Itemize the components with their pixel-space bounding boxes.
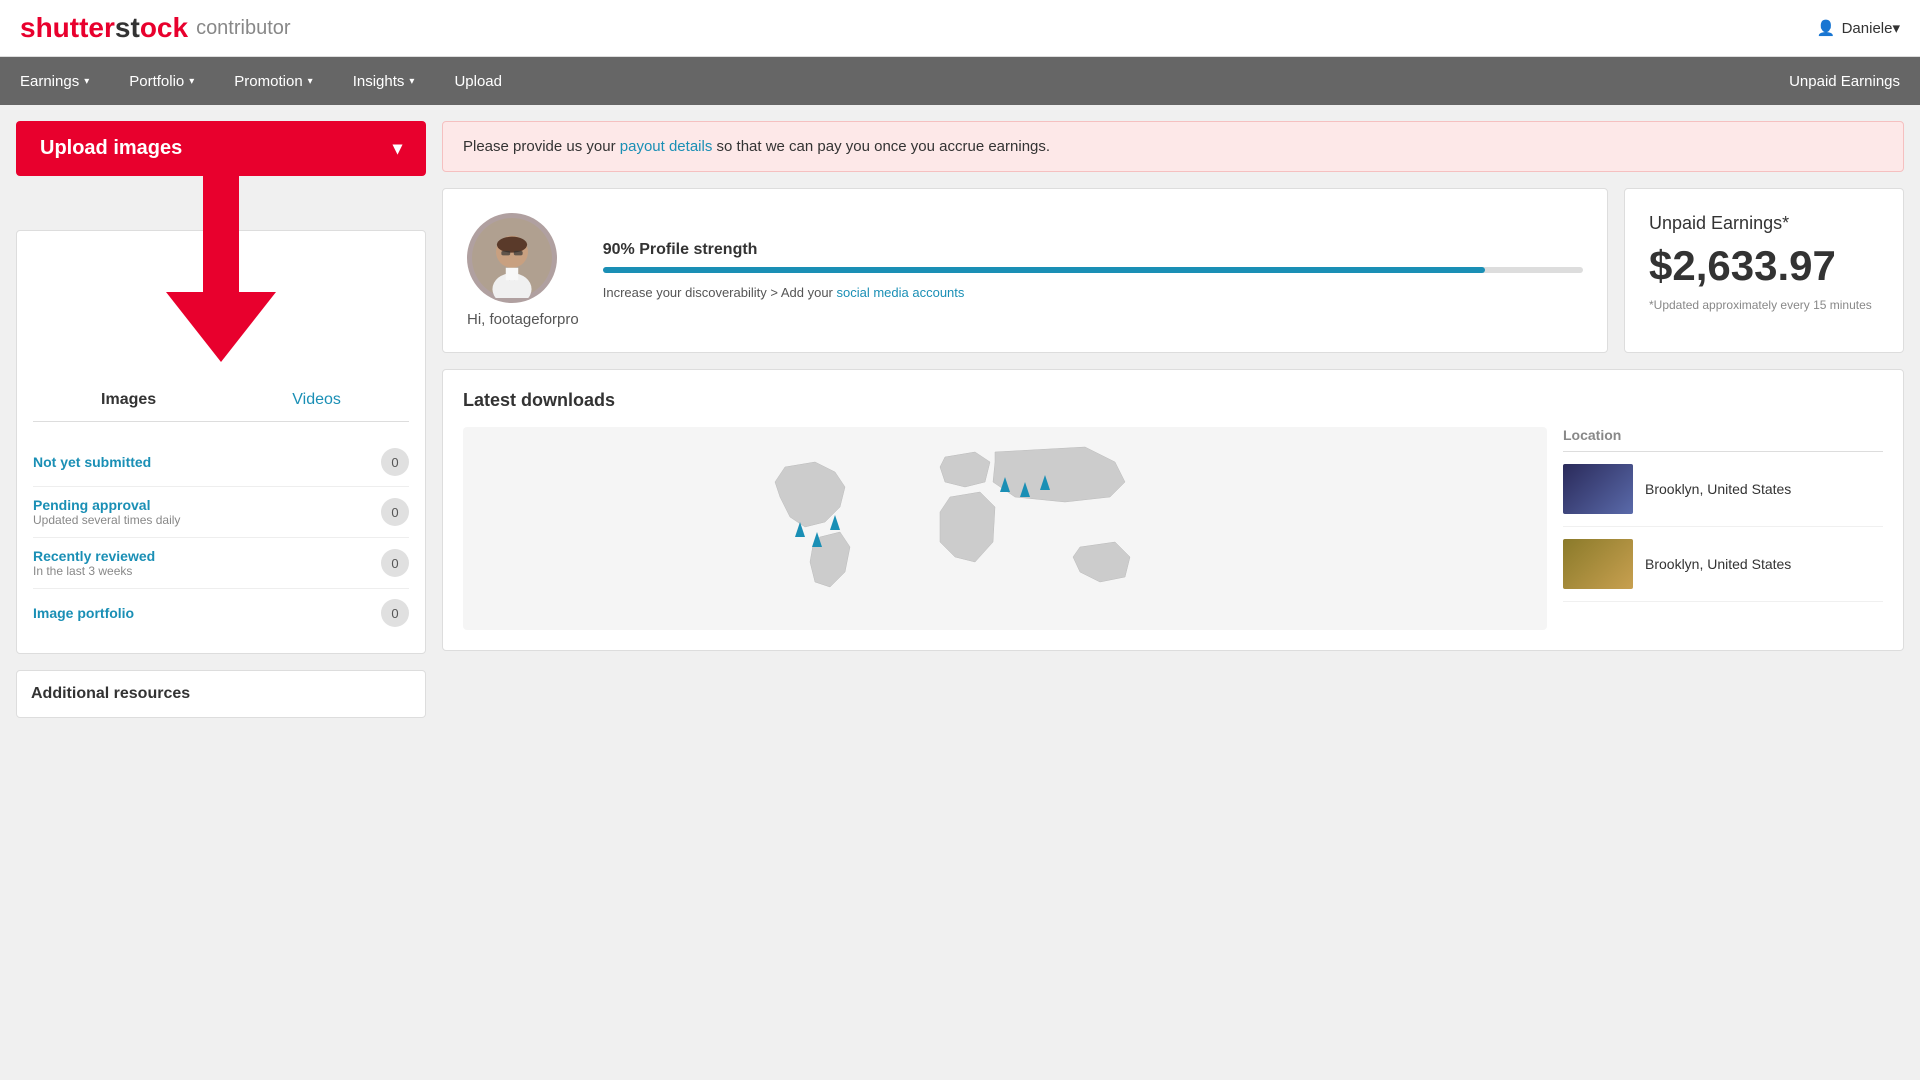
- reviewed-label[interactable]: Recently reviewed: [33, 548, 155, 564]
- alert-banner: Please provide us your payout details so…: [442, 121, 1904, 172]
- arrow-indicator: [16, 172, 426, 362]
- status-pending-info: Pending approval Updated several times d…: [33, 497, 180, 527]
- location-row-2: Brooklyn, United States: [1563, 539, 1883, 602]
- nav-unpaid-label: Unpaid Earnings: [1789, 73, 1900, 90]
- logo-shutter: shutter: [20, 12, 115, 44]
- strength-bar-bg: [603, 267, 1583, 273]
- main-nav: Earnings ▾ Portfolio ▾ Promotion ▾ Insig…: [0, 57, 1920, 105]
- media-tabs: Images Videos: [33, 387, 409, 422]
- logo-contrib: contributor: [196, 17, 291, 40]
- status-not-submitted-info: Not yet submitted: [33, 454, 151, 470]
- profile-strength-label: 90% Profile strength: [603, 241, 1583, 259]
- logo: shutterstock contributor: [20, 12, 291, 44]
- big-arrow: [166, 172, 276, 362]
- nav-insights-label: Insights: [353, 73, 405, 90]
- arrow-shaft: [203, 172, 239, 292]
- pending-count: 0: [381, 498, 409, 526]
- social-media-link[interactable]: social media accounts: [837, 285, 965, 300]
- downloads-section: Latest downloads: [442, 369, 1904, 651]
- nav-promotion-caret: ▾: [308, 76, 313, 87]
- nav-earnings-label: Earnings: [20, 73, 79, 90]
- nav-insights-caret: ▾: [409, 76, 414, 87]
- logo-ock: ock: [140, 12, 188, 44]
- earnings-title: Unpaid Earnings*: [1649, 213, 1879, 234]
- avatar: [467, 213, 557, 303]
- user-icon: 👤: [1817, 19, 1836, 37]
- location-thumb-1: [1563, 464, 1633, 514]
- nav-portfolio[interactable]: Portfolio ▾: [109, 57, 214, 105]
- profile-tip-text: Increase your discoverability > Add your: [603, 285, 837, 300]
- earnings-amount: $2,633.97: [1649, 242, 1879, 290]
- nav-upload[interactable]: Upload: [434, 57, 522, 105]
- profile-tip: Increase your discoverability > Add your…: [603, 285, 1583, 300]
- status-portfolio-info: Image portfolio: [33, 605, 134, 621]
- nav-upload-label: Upload: [454, 73, 502, 90]
- status-not-submitted: Not yet submitted 0: [33, 438, 409, 487]
- location-row-1: Brooklyn, United States: [1563, 464, 1883, 527]
- world-map: [463, 427, 1547, 630]
- additional-resources-title: Additional resources: [31, 685, 411, 703]
- alert-text-before: Please provide us your: [463, 138, 620, 155]
- payout-details-link[interactable]: payout details: [620, 138, 713, 155]
- reviewed-count: 0: [381, 549, 409, 577]
- additional-resources: Additional resources: [16, 670, 426, 718]
- alert-text-after: so that we can pay you once you accrue e…: [712, 138, 1050, 155]
- upload-chevron-icon: ▾: [393, 138, 402, 159]
- location-header: Location: [1563, 427, 1883, 452]
- nav-portfolio-label: Portfolio: [129, 73, 184, 90]
- pending-label[interactable]: Pending approval: [33, 497, 180, 513]
- arrow-head-icon: [166, 292, 276, 362]
- nav-portfolio-caret: ▾: [189, 76, 194, 87]
- user-label: Daniele: [1842, 20, 1893, 37]
- nav-promotion-label: Promotion: [234, 73, 302, 90]
- left-panel: Upload images ▾ Images Videos Not yet su…: [16, 121, 426, 718]
- nav-promotion[interactable]: Promotion ▾: [214, 57, 332, 105]
- nav-earnings[interactable]: Earnings ▾: [0, 57, 109, 105]
- portfolio-label[interactable]: Image portfolio: [33, 605, 134, 621]
- profile-strength-section: 90% Profile strength Increase your disco…: [603, 241, 1583, 300]
- earnings-card: Unpaid Earnings* $2,633.97 *Updated appr…: [1624, 188, 1904, 353]
- downloads-title: Latest downloads: [463, 390, 1883, 411]
- right-panel: Please provide us your payout details so…: [442, 121, 1904, 651]
- user-caret-icon: ▾: [1892, 19, 1900, 37]
- pending-sublabel: Updated several times daily: [33, 513, 180, 527]
- nav-insights[interactable]: Insights ▾: [333, 57, 435, 105]
- status-reviewed: Recently reviewed In the last 3 weeks 0: [33, 538, 409, 589]
- location-text-1: Brooklyn, United States: [1645, 481, 1791, 497]
- not-submitted-count: 0: [381, 448, 409, 476]
- profile-card: Hi, footageforpro 90% Profile strength I…: [442, 188, 1608, 353]
- upload-images-label: Upload images: [40, 137, 182, 160]
- downloads-layout: Location Brooklyn, United States Brookly…: [463, 427, 1883, 630]
- nav-unpaid-earnings[interactable]: Unpaid Earnings: [1769, 57, 1920, 105]
- profile-greeting: Hi, footageforpro: [467, 311, 579, 328]
- portfolio-count: 0: [381, 599, 409, 627]
- status-portfolio: Image portfolio 0: [33, 589, 409, 637]
- nav-earnings-caret: ▾: [84, 76, 89, 87]
- tab-images[interactable]: Images: [89, 387, 168, 413]
- profile-earnings-row: Hi, footageforpro 90% Profile strength I…: [442, 188, 1904, 353]
- strength-bar-fill: [603, 267, 1485, 273]
- not-submitted-label[interactable]: Not yet submitted: [33, 454, 151, 470]
- top-header: shutterstock contributor 👤 Daniele ▾: [0, 0, 1920, 57]
- logo-stock: st: [115, 12, 140, 44]
- earnings-note: *Updated approximately every 15 minutes: [1649, 298, 1879, 312]
- location-panel: Location Brooklyn, United States Brookly…: [1563, 427, 1883, 630]
- upload-images-button[interactable]: Upload images ▾: [16, 121, 426, 176]
- map-svg: [463, 427, 1547, 627]
- avatar-svg: [472, 218, 552, 298]
- tab-videos[interactable]: Videos: [280, 387, 353, 413]
- avatar-section: Hi, footageforpro: [467, 213, 579, 328]
- user-menu[interactable]: 👤 Daniele ▾: [1817, 19, 1900, 37]
- reviewed-sublabel: In the last 3 weeks: [33, 564, 155, 578]
- location-thumb-2: [1563, 539, 1633, 589]
- location-text-2: Brooklyn, United States: [1645, 556, 1791, 572]
- main-content: Upload images ▾ Images Videos Not yet su…: [0, 105, 1920, 734]
- status-reviewed-info: Recently reviewed In the last 3 weeks: [33, 548, 155, 578]
- status-pending: Pending approval Updated several times d…: [33, 487, 409, 538]
